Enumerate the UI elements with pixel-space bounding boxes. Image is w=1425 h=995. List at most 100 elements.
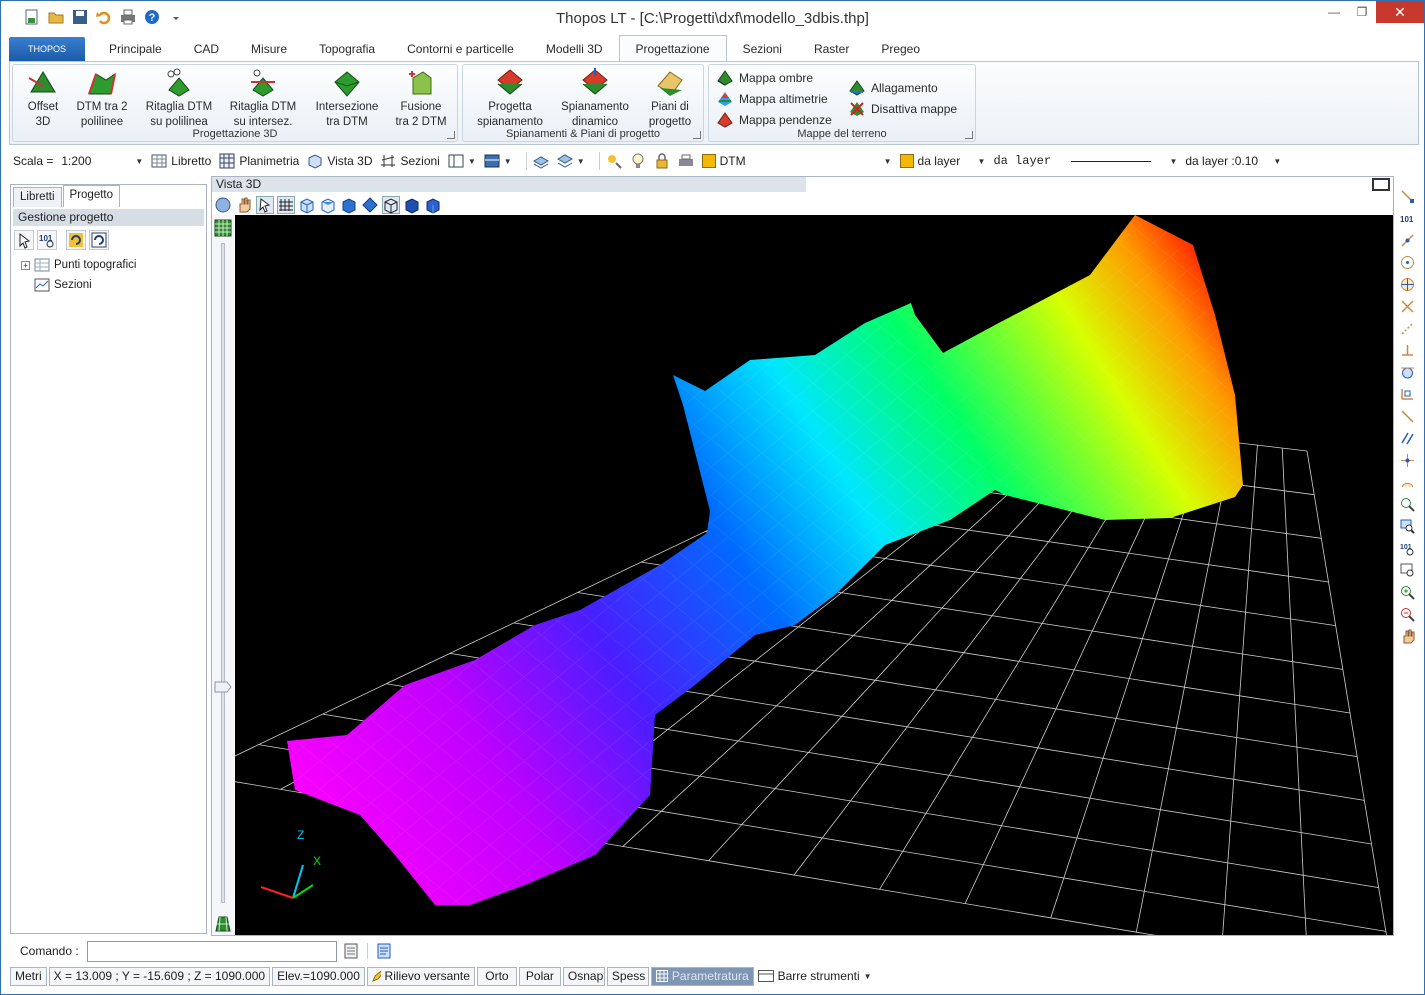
ritaglia-dtm-polilinea-button[interactable]: Ritaglia DTM su polilinea — [141, 68, 217, 130]
elevation-readout[interactable]: Elev.=1090.000 — [272, 966, 365, 986]
layer-print-toggle[interactable] — [678, 153, 694, 169]
select-cursor-icon[interactable] — [256, 196, 274, 214]
mappa-ombre-button[interactable]: Mappa ombre — [717, 69, 813, 87]
spianamento-dinamico-button[interactable]: Spianamento dinamico — [555, 68, 635, 130]
command-input[interactable] — [86, 940, 337, 962]
fusione-dtm-button[interactable]: Fusione tra 2 DTM — [389, 68, 453, 130]
snap-node-icon[interactable] — [1400, 453, 1415, 468]
grid-toggle-icon[interactable] — [277, 196, 295, 214]
layer-select[interactable]: DTM ▼ — [701, 154, 892, 168]
snap-parallel-icon[interactable] — [1400, 431, 1415, 446]
zoom-out-icon[interactable] — [1400, 607, 1415, 622]
shaded-cube-icon[interactable] — [424, 196, 442, 214]
libretto-button[interactable]: Libretto — [151, 153, 211, 169]
ritaglia-dtm-intersez-button[interactable]: Ritaglia DTM su intersez. — [225, 68, 301, 130]
tree-item-punti-topografici[interactable]: + Punti topografici — [21, 255, 136, 275]
zoom-window-icon[interactable] — [1400, 519, 1415, 534]
view-3d-canvas[interactable]: Z X — [235, 215, 1393, 935]
terrain-grid-icon[interactable] — [214, 219, 232, 237]
tab-misure[interactable]: Misure — [235, 37, 303, 61]
snap-line-icon[interactable] — [1400, 409, 1415, 424]
tab-raster[interactable]: Raster — [798, 37, 865, 61]
tab-cad[interactable]: CAD — [178, 37, 235, 61]
offset-3d-button[interactable]: Offset 3D — [19, 68, 67, 130]
point-numbers-icon[interactable]: 101 — [37, 230, 57, 250]
restore-button[interactable]: ❐ — [1348, 1, 1376, 23]
layer-lock-toggle[interactable] — [654, 153, 670, 169]
scale-control[interactable]: Scala = 1:200 ▼ — [13, 154, 143, 168]
tab-progettazione[interactable]: Progettazione — [618, 35, 727, 61]
planimetria-button[interactable]: Planimetria — [219, 153, 299, 169]
snap-nearest-icon[interactable] — [1400, 387, 1415, 402]
snap-quadrant-icon[interactable] — [1400, 277, 1415, 292]
units-indicator[interactable]: Metri — [10, 966, 47, 986]
mappa-pendenze-button[interactable]: Mappa pendenze — [717, 111, 832, 129]
group-launcher-mappe[interactable] — [965, 131, 973, 139]
piani-progetto-button[interactable]: Piani di progetto — [641, 68, 699, 130]
tab-contorni[interactable]: Contorni e particelle — [391, 37, 530, 61]
group-launcher-spianamenti[interactable] — [693, 131, 701, 139]
solid-cube-icon[interactable] — [403, 196, 421, 214]
layer-states-button[interactable]: ▼ — [556, 153, 585, 169]
toggle-polar[interactable]: Polar — [518, 966, 561, 986]
zoom-slider-thumb[interactable] — [214, 681, 232, 693]
view-front-icon[interactable] — [298, 196, 316, 214]
tab-pregeo[interactable]: Pregeo — [865, 37, 936, 61]
layer-properties-button[interactable] — [606, 153, 622, 169]
toolbars-menu[interactable]: Barre strumenti ▼ — [757, 969, 872, 983]
pan-hand-icon[interactable] — [1400, 629, 1415, 644]
calculator-icon[interactable] — [343, 943, 359, 959]
toggle-spess[interactable]: Spess — [606, 966, 649, 986]
disattiva-mappe-button[interactable]: Disattiva mappe — [849, 100, 957, 118]
layout-rows-button[interactable]: ▼ — [484, 153, 512, 169]
refresh-yellow-icon[interactable] — [66, 230, 86, 250]
select-cursor-icon[interactable] — [14, 230, 34, 250]
snap-tangent-icon[interactable] — [1400, 365, 1415, 380]
mesh-grid-icon[interactable] — [214, 915, 232, 933]
zoom-slider-track[interactable] — [221, 243, 225, 903]
toggle-orto[interactable]: Orto — [476, 966, 517, 986]
command-history-icon[interactable] — [376, 943, 392, 959]
vista-3d-button[interactable]: Vista 3D — [307, 153, 372, 169]
snap-extension-icon[interactable] — [1400, 321, 1415, 336]
tab-sezioni[interactable]: Sezioni — [727, 37, 798, 61]
snap-number-icon[interactable]: 101 — [1400, 211, 1415, 226]
layer-visibility-toggle[interactable] — [630, 153, 646, 169]
group-launcher-progettazione-3d[interactable] — [447, 131, 455, 139]
zoom-in-icon[interactable] — [1400, 585, 1415, 600]
lineweight-select[interactable]: da layer :0.10 ▼ — [1185, 154, 1281, 168]
color-select[interactable]: da layer ▼ — [899, 154, 985, 168]
view-side-icon[interactable] — [340, 196, 358, 214]
pan-hand-icon[interactable] — [235, 196, 253, 214]
snap-midpoint-icon[interactable] — [1400, 233, 1415, 248]
snap-endpoint-icon[interactable] — [1400, 189, 1415, 204]
minimize-button[interactable]: — — [1320, 1, 1348, 23]
zoom-previous-icon[interactable] — [1400, 563, 1415, 578]
progetta-spianamento-button[interactable]: Progetta spianamento — [471, 68, 549, 130]
orbit-sphere-icon[interactable] — [214, 196, 232, 214]
close-button[interactable]: ✕ — [1376, 1, 1424, 23]
sezioni-button[interactable]: Sezioni — [380, 153, 440, 169]
wireframe-cube-icon[interactable] — [382, 196, 400, 214]
snap-arc-icon[interactable] — [1400, 475, 1415, 490]
snap-perpendicular-icon[interactable] — [1400, 343, 1415, 358]
layout-split-button[interactable]: ▼ — [448, 153, 476, 169]
tab-libretti[interactable]: Libretti — [13, 187, 62, 207]
view-top-icon[interactable] — [319, 196, 337, 214]
dtm-tra-2-polilinee-button[interactable]: DTM tra 2 polilinee — [69, 68, 135, 130]
allagamento-button[interactable]: Allagamento — [849, 79, 938, 97]
toggle-parametratura[interactable]: Parametratura — [650, 966, 754, 986]
expand-icon[interactable]: + — [21, 260, 30, 270]
view-iso-icon[interactable] — [361, 196, 379, 214]
tab-principale[interactable]: Principale — [93, 37, 178, 61]
tab-modelli-3d[interactable]: Modelli 3D — [530, 37, 619, 61]
zoom-number-icon[interactable]: 101 — [1400, 541, 1415, 556]
layer-manager-button[interactable] — [532, 153, 549, 169]
snap-intersection-icon[interactable] — [1400, 299, 1415, 314]
mappa-altimetrie-button[interactable]: Mappa altimetrie — [717, 90, 828, 108]
toggle-osnap[interactable]: Osnap — [562, 966, 605, 986]
tab-topografia[interactable]: Topografia — [303, 37, 391, 61]
zoom-extents-icon[interactable] — [1400, 497, 1415, 512]
linetype-select[interactable]: da layer ▼ — [993, 154, 1177, 168]
mode-indicator[interactable]: Rilievo versante — [366, 966, 475, 986]
